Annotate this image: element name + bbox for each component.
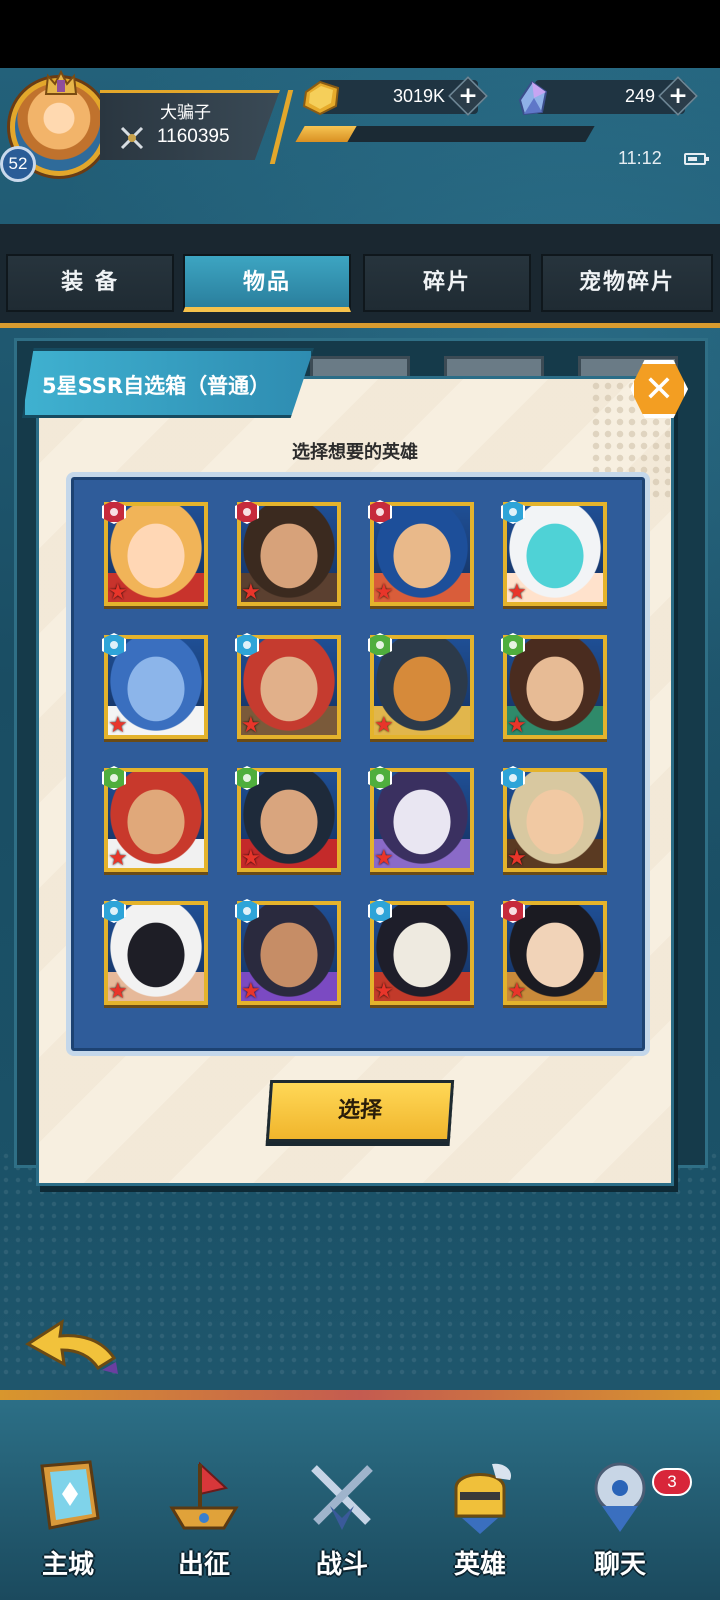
hero-card[interactable]: ★ — [102, 633, 208, 739]
hero-card[interactable]: ★ — [368, 766, 474, 872]
hero-card[interactable]: ★ — [501, 500, 607, 606]
nav-label: 主城 — [41, 1550, 94, 1580]
star-icon: ★ — [241, 979, 261, 1004]
star-icon: ★ — [241, 846, 261, 871]
star-icon: ★ — [108, 979, 128, 1004]
gem-amount: 249 — [624, 86, 655, 106]
star-icon: ★ — [374, 580, 394, 605]
hero-card[interactable]: ★ — [368, 500, 474, 606]
experience-bar — [295, 126, 595, 142]
star-icon: ★ — [507, 713, 527, 738]
hero-card[interactable]: ★ — [235, 766, 341, 872]
tab-equipment[interactable]: 装 备 — [6, 254, 174, 312]
hero-card[interactable]: ★ — [368, 633, 474, 739]
crossed-swords-power-icon — [120, 126, 144, 150]
player-name: 大骗子 — [160, 103, 211, 123]
crown-icon — [44, 70, 78, 95]
nav-label: 战斗 — [315, 1550, 368, 1580]
hero-card[interactable]: ★ — [501, 633, 607, 739]
chat-notification-badge: 3 — [652, 1468, 692, 1496]
close-icon: ✕ — [643, 369, 675, 410]
experience-fill — [295, 126, 357, 142]
dialog-subtitle: 选择想要的英雄 — [292, 442, 418, 463]
clock: 11:12 — [618, 148, 662, 168]
hero-card[interactable]: ★ — [501, 766, 607, 872]
knight-helmet-icon — [454, 1463, 512, 1534]
gem-crystal-icon — [518, 80, 548, 116]
hero-card[interactable]: ★ — [102, 766, 208, 872]
tab-pet-fragments[interactable]: 宠物碎片 — [541, 254, 713, 312]
select-button[interactable]: 选择 — [265, 1080, 455, 1142]
star-icon: ★ — [507, 846, 527, 871]
plus-icon: + — [668, 81, 688, 110]
nav-main-city[interactable]: 主城 — [8, 1452, 128, 1592]
star-icon: ★ — [108, 846, 128, 871]
hero-card[interactable]: ★ — [368, 899, 474, 1005]
gold-amount: 3019K — [392, 86, 445, 106]
nav-heroes[interactable]: 英雄 — [420, 1452, 540, 1592]
chat-bubble-icon — [594, 1462, 646, 1532]
star-icon: ★ — [108, 713, 128, 738]
ship-icon — [169, 1461, 239, 1530]
star-icon: ★ — [241, 580, 261, 605]
hero-card[interactable]: ★ — [102, 500, 208, 606]
player-level-badge: 52 — [0, 146, 36, 182]
plus-icon: + — [458, 81, 478, 110]
castle-book-icon — [40, 1460, 100, 1530]
hero-card[interactable]: ★ — [235, 899, 341, 1005]
star-icon: ★ — [507, 580, 527, 605]
nav-label: 出征 — [177, 1550, 230, 1580]
tab-items[interactable]: 物品 — [183, 254, 351, 312]
star-icon: ★ — [507, 979, 527, 1004]
hero-card[interactable]: ★ — [235, 633, 341, 739]
gold-coin-icon — [302, 80, 340, 116]
star-icon: ★ — [108, 580, 128, 605]
nav-label: 英雄 — [453, 1550, 506, 1580]
battery-icon — [684, 153, 709, 165]
dialog-title: 5星SSR自选箱（普通） — [42, 374, 271, 398]
hero-card[interactable]: ★ — [501, 899, 607, 1005]
star-icon: ★ — [374, 846, 394, 871]
status-bar-top — [0, 0, 720, 68]
nav-label: 聊天 — [593, 1550, 646, 1580]
star-icon: ★ — [374, 979, 394, 1004]
crossed-swords-icon — [311, 1465, 373, 1530]
star-icon: ★ — [374, 713, 394, 738]
star-icon: ★ — [241, 713, 261, 738]
hero-card[interactable]: ★ — [235, 500, 341, 606]
nav-battle[interactable]: 战斗 — [282, 1452, 402, 1592]
player-power: 1160395 — [157, 126, 230, 147]
bottom-nav-divider — [0, 1390, 720, 1400]
hero-card[interactable]: ★ — [102, 899, 208, 1005]
tab-fragments[interactable]: 碎片 — [363, 254, 531, 312]
nav-expedition[interactable]: 出征 — [144, 1452, 264, 1592]
back-arrow-icon[interactable] — [22, 1318, 120, 1378]
